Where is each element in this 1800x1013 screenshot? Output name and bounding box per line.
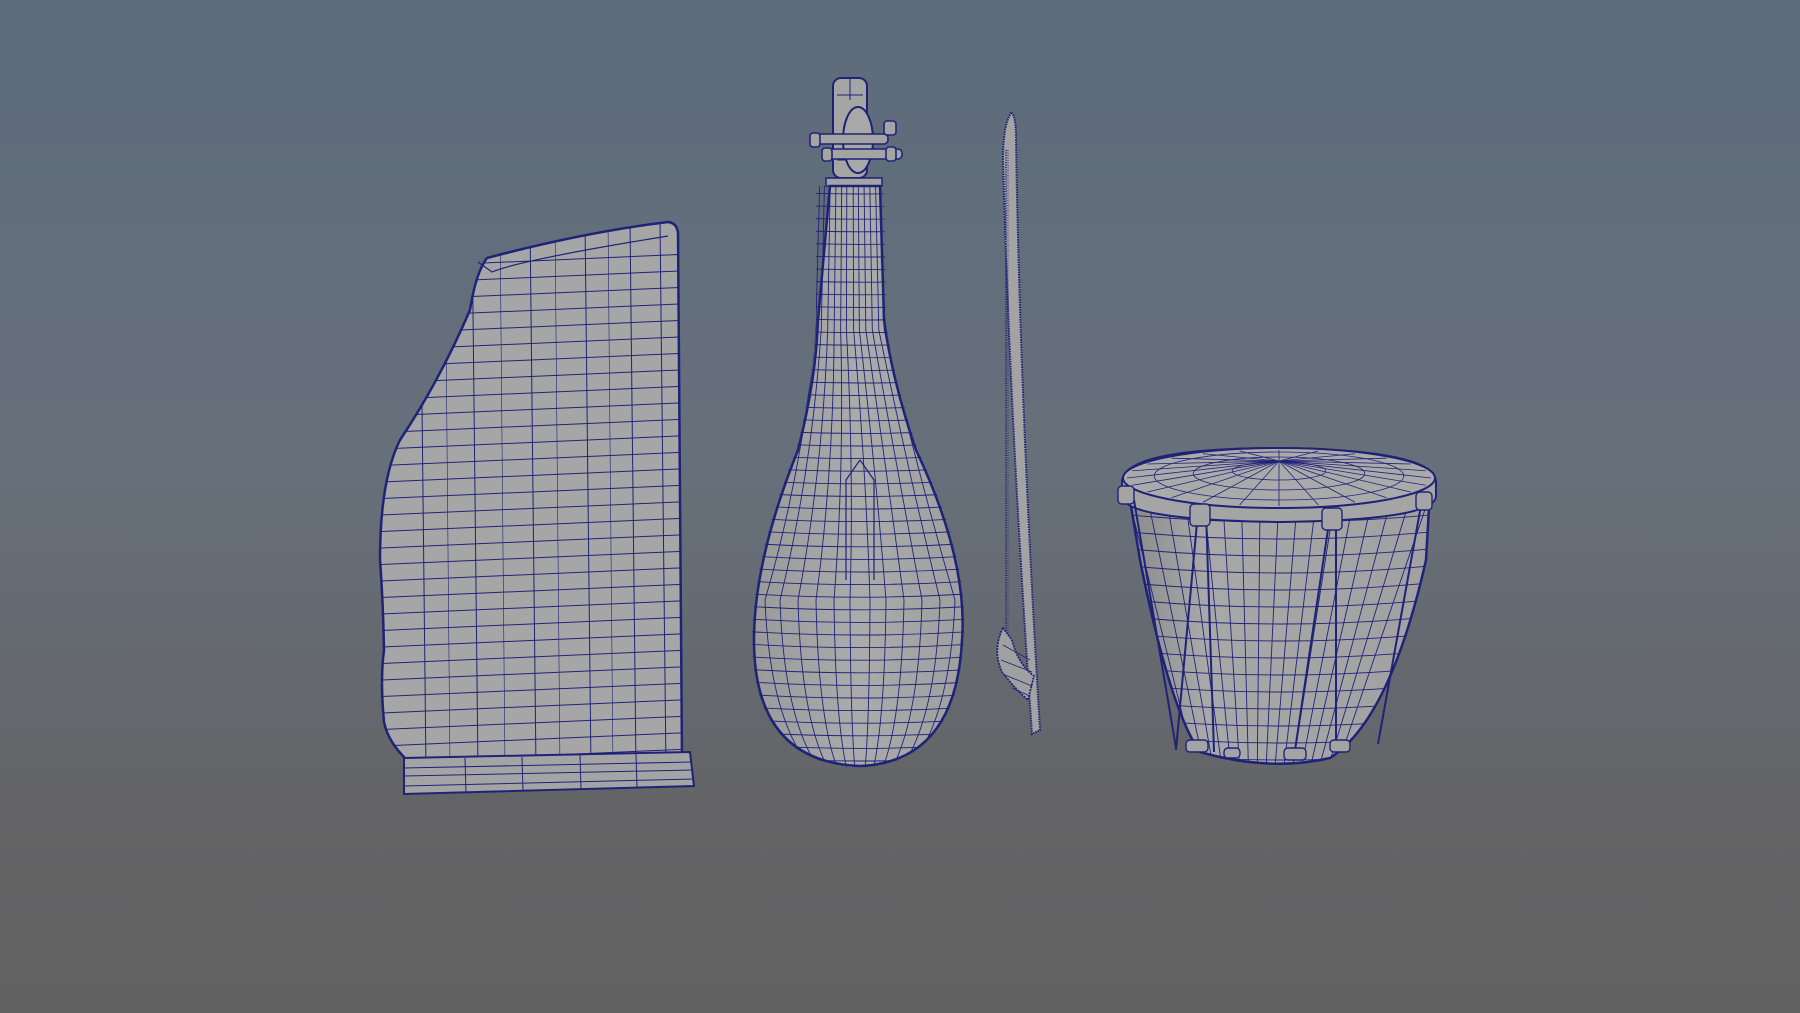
3d-viewport[interactable] [0, 0, 1800, 1013]
drum-model[interactable] [1117, 446, 1440, 770]
wireframe-lute-mesh [752, 77, 965, 768]
bow-model[interactable] [996, 111, 1042, 736]
lute-model[interactable] [740, 77, 980, 774]
scene-canvas[interactable] [0, 0, 1800, 1013]
harp-model[interactable] [370, 220, 696, 796]
wireframe-harp-mesh [378, 220, 696, 796]
wireframe-drum-mesh [1117, 446, 1437, 766]
wireframe-bow-mesh [996, 111, 1042, 736]
